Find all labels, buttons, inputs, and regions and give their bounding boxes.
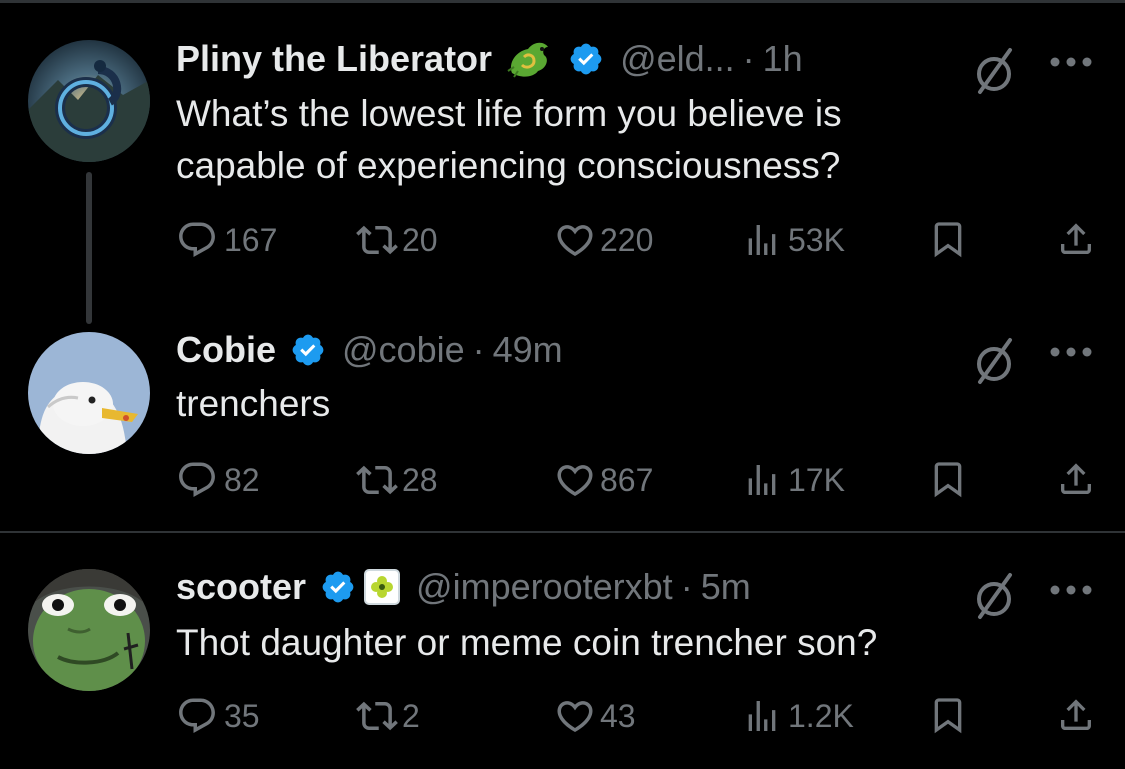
- avatar-pliny[interactable]: [28, 40, 150, 162]
- repost-count: 2: [402, 698, 420, 734]
- tweet-text: trenchers: [176, 378, 1056, 430]
- views-button[interactable]: 53K: [742, 218, 845, 262]
- dragon-emoji-icon: [504, 37, 554, 81]
- views-count: 1.2K: [788, 698, 854, 734]
- bookmark-button[interactable]: [928, 218, 968, 260]
- author-handle[interactable]: @imperooterxbt: [416, 565, 673, 609]
- action-bar: 82 28 867 17K: [176, 458, 1096, 502]
- separator-dot: ·: [680, 566, 693, 607]
- views-count: 17K: [788, 462, 845, 498]
- separator-dot: ·: [472, 329, 485, 370]
- like-button[interactable]: 220: [554, 218, 653, 262]
- tweet-text-line: Thot daughter or meme coin trencher son?: [176, 622, 878, 663]
- bookmark-icon: [934, 222, 962, 258]
- share-icon: [1061, 463, 1091, 494]
- like-count: 43: [600, 698, 636, 734]
- bookmark-button[interactable]: [928, 458, 968, 500]
- reply-icon: [179, 698, 215, 733]
- tweet-pliny[interactable]: Pliny the Liberator @eld... · 1h What’s …: [0, 0, 1125, 300]
- separator-dot: ·: [742, 38, 755, 79]
- views-button[interactable]: 1.2K: [742, 694, 854, 738]
- views-icon: [748, 225, 776, 255]
- views-icon: [748, 465, 776, 495]
- more-icon[interactable]: [1048, 345, 1094, 359]
- more-icon[interactable]: [1048, 55, 1094, 69]
- avatar-scooter[interactable]: [28, 569, 150, 691]
- repost-icon: [356, 225, 398, 255]
- timestamp[interactable]: 49m: [493, 328, 563, 372]
- like-icon: [557, 465, 593, 497]
- author-handle[interactable]: @eld...: [620, 37, 735, 81]
- reply-count: 82: [224, 462, 260, 498]
- share-button[interactable]: [1056, 694, 1096, 736]
- repost-count: 20: [402, 222, 438, 258]
- tweet-header: scooter @imperooterxbt · 5m: [176, 565, 751, 609]
- verified-badge-icon: [290, 332, 326, 368]
- repost-icon: [356, 701, 398, 731]
- repost-button[interactable]: 2: [356, 694, 420, 738]
- repost-icon: [356, 465, 398, 495]
- author-name[interactable]: scooter: [176, 565, 306, 609]
- repost-button[interactable]: 20: [356, 218, 438, 262]
- verified-badge-icon: [568, 41, 604, 77]
- tweet-text-line: trenchers: [176, 383, 331, 424]
- reply-count: 167: [224, 222, 278, 258]
- reply-button[interactable]: 35: [176, 694, 260, 738]
- like-count: 867: [600, 462, 654, 498]
- tweet-header: Pliny the Liberator @eld... · 1h: [176, 37, 803, 81]
- author-name[interactable]: Cobie: [176, 328, 276, 372]
- reply-button[interactable]: 82: [176, 458, 260, 502]
- like-button[interactable]: 43: [554, 694, 636, 738]
- tweet-text-line: What’s the lowest life form you believe …: [176, 93, 842, 134]
- share-icon: [1061, 699, 1091, 730]
- tweet-text: Thot daughter or meme coin trencher son?: [176, 617, 1056, 669]
- action-bar: 167 20 220 53K: [176, 218, 1096, 262]
- timestamp[interactable]: 5m: [701, 565, 751, 609]
- like-icon: [557, 701, 593, 733]
- more-icon[interactable]: [1048, 583, 1094, 597]
- tweet-cobie[interactable]: Cobie @cobie · 49m trenchers 82 28 867 1…: [0, 320, 1125, 530]
- bookmark-icon: [934, 462, 962, 498]
- author-handle[interactable]: @cobie: [342, 328, 465, 372]
- like-icon: [557, 225, 593, 257]
- verified-badge-icon: [320, 569, 356, 605]
- repost-button[interactable]: 28: [356, 458, 438, 502]
- tweet-text-line: capable of experiencing consciousness?: [176, 145, 841, 186]
- reply-icon: [179, 462, 215, 497]
- share-button[interactable]: [1056, 218, 1096, 260]
- bookmark-icon: [934, 698, 962, 734]
- views-button[interactable]: 17K: [742, 458, 845, 502]
- affiliate-badge-icon[interactable]: [364, 569, 401, 605]
- like-count: 220: [600, 222, 654, 258]
- views-icon: [748, 701, 776, 731]
- views-count: 53K: [788, 222, 845, 258]
- author-name[interactable]: Pliny the Liberator: [176, 37, 492, 81]
- tweet-scooter[interactable]: scooter @imperooterxbt · 5m Thot daughte…: [0, 533, 1125, 769]
- reply-button[interactable]: 167: [176, 218, 277, 262]
- tweet-text: What’s the lowest life form you believe …: [176, 88, 1056, 192]
- repost-count: 28: [402, 462, 438, 498]
- share-button[interactable]: [1056, 458, 1096, 500]
- avatar-cobie[interactable]: [28, 332, 150, 454]
- timestamp[interactable]: 1h: [763, 37, 803, 81]
- share-icon: [1061, 223, 1091, 254]
- tweet-header: Cobie @cobie · 49m: [176, 328, 563, 372]
- action-bar: 35 2 43 1.2K: [176, 694, 1096, 738]
- reply-count: 35: [224, 698, 260, 734]
- grok-icon[interactable]: [966, 567, 1022, 623]
- reply-icon: [179, 222, 215, 257]
- like-button[interactable]: 867: [554, 458, 653, 502]
- bookmark-button[interactable]: [928, 694, 968, 736]
